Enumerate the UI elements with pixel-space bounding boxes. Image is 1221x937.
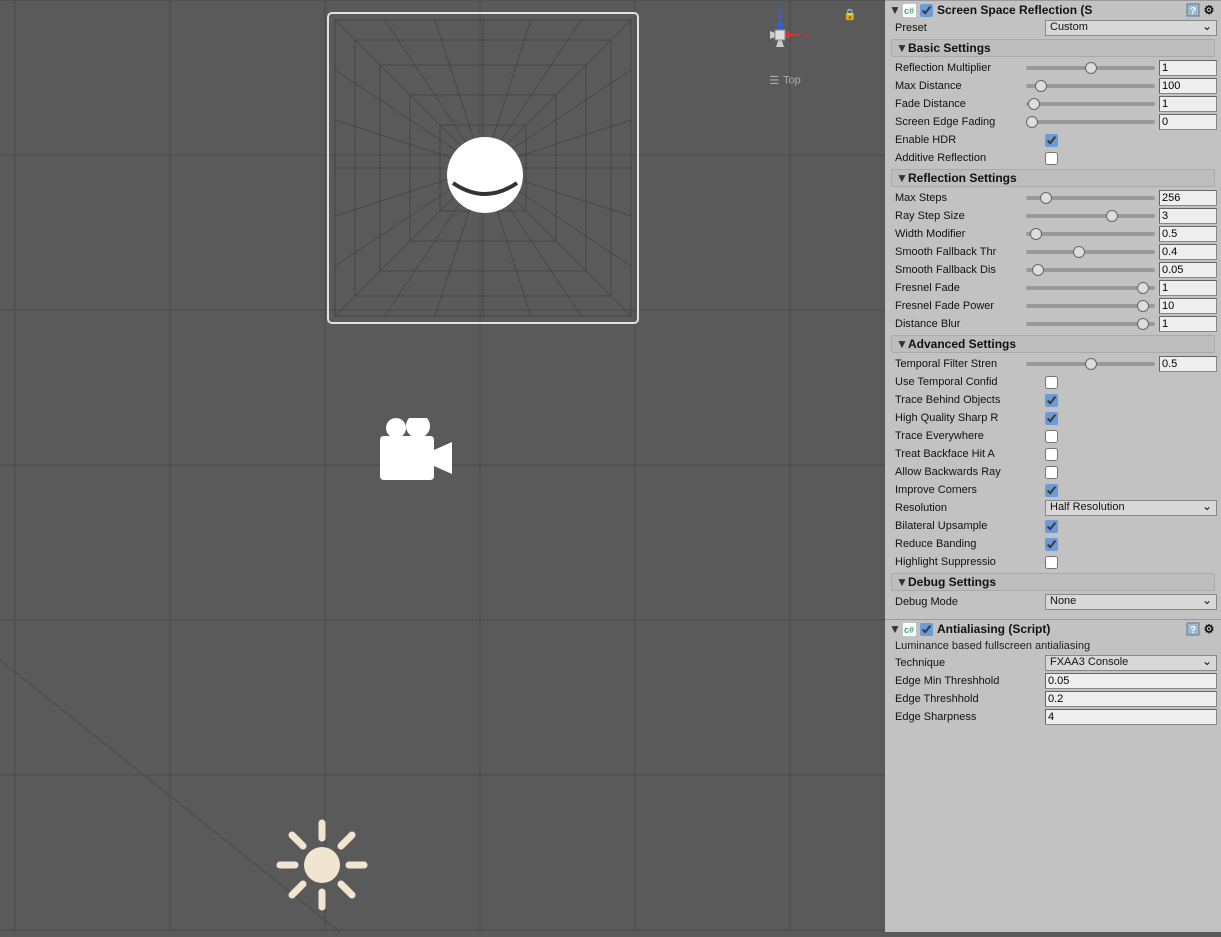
- antialiasing-title: Antialiasing (Script): [937, 622, 1185, 636]
- svg-text:?: ?: [1190, 6, 1196, 17]
- highlight-suppression-checkbox[interactable]: [1045, 556, 1058, 569]
- technique-dropdown[interactable]: FXAA3 Console: [1045, 655, 1217, 671]
- max-distance-input[interactable]: [1159, 78, 1217, 94]
- reflection-multiplier-slider[interactable]: [1026, 66, 1155, 70]
- width-modifier-input[interactable]: [1159, 226, 1217, 242]
- high-quality-sharp-checkbox[interactable]: [1045, 412, 1058, 425]
- ssr-component: ▼ c# Screen Space Reflection (S ? ⚙ Pres…: [885, 0, 1221, 619]
- antialiasing-header[interactable]: ▼ c# Antialiasing (Script) ? ⚙: [885, 620, 1221, 638]
- distance-blur-slider[interactable]: [1026, 322, 1155, 326]
- preset-dropdown[interactable]: Custom: [1045, 20, 1217, 36]
- max-distance-slider[interactable]: [1026, 84, 1155, 88]
- trace-everywhere-checkbox[interactable]: [1045, 430, 1058, 443]
- smooth-fallback-thr-input[interactable]: [1159, 244, 1217, 260]
- preset-row: Preset Custom: [885, 19, 1221, 37]
- max-steps-input[interactable]: [1159, 190, 1217, 206]
- max-steps-slider[interactable]: [1026, 196, 1155, 200]
- axis-view-label: Top: [783, 74, 801, 86]
- distance-blur-input[interactable]: [1159, 316, 1217, 332]
- edge-threshold-input[interactable]: [1045, 691, 1217, 707]
- camera-gizmo-icon[interactable]: [372, 418, 457, 485]
- csharp-script-icon: c#: [901, 621, 917, 637]
- light-gizmo-icon[interactable]: [275, 818, 370, 918]
- ssr-header[interactable]: ▼ c# Screen Space Reflection (S ? ⚙: [885, 1, 1221, 19]
- debug-mode-dropdown[interactable]: None: [1045, 594, 1217, 610]
- fresnel-fade-slider[interactable]: [1026, 286, 1155, 290]
- temporal-filter-slider[interactable]: [1026, 362, 1155, 366]
- antialiasing-enable-checkbox[interactable]: [920, 623, 933, 636]
- enable-hdr-checkbox[interactable]: [1045, 134, 1058, 147]
- axis-gizmo[interactable]: x z ☰ Top: [745, 5, 825, 87]
- improve-corners-checkbox[interactable]: [1045, 484, 1058, 497]
- scene-view[interactable]: x z ☰ Top 🔒: [0, 0, 885, 932]
- gear-icon[interactable]: ⚙: [1201, 2, 1217, 18]
- fade-distance-input[interactable]: [1159, 96, 1217, 112]
- smooth-fallback-thr-slider[interactable]: [1026, 250, 1155, 254]
- use-temporal-confidence-checkbox[interactable]: [1045, 376, 1058, 389]
- svg-text:?: ?: [1190, 625, 1196, 636]
- edge-min-threshold-input[interactable]: [1045, 673, 1217, 689]
- fade-distance-slider[interactable]: [1026, 102, 1155, 106]
- ssr-enable-checkbox[interactable]: [920, 4, 933, 17]
- axis-x-label: x: [803, 30, 808, 40]
- bilateral-upsample-checkbox[interactable]: [1045, 520, 1058, 533]
- ray-step-size-slider[interactable]: [1026, 214, 1155, 218]
- gizmo-lock-icon[interactable]: 🔒: [843, 8, 857, 21]
- resolution-dropdown[interactable]: Half Resolution: [1045, 500, 1217, 516]
- gear-icon[interactable]: ⚙: [1201, 621, 1217, 637]
- allow-backwards-rays-checkbox[interactable]: [1045, 466, 1058, 479]
- trace-behind-objects-checkbox[interactable]: [1045, 394, 1058, 407]
- fresnel-fade-power-slider[interactable]: [1026, 304, 1155, 308]
- reduce-banding-checkbox[interactable]: [1045, 538, 1058, 551]
- advanced-settings-header[interactable]: ▼Advanced Settings: [891, 335, 1215, 353]
- basic-settings-header[interactable]: ▼Basic Settings: [891, 39, 1215, 57]
- sphere-gizmo[interactable]: [445, 135, 525, 215]
- smooth-fallback-dist-slider[interactable]: [1026, 268, 1155, 272]
- ssr-title: Screen Space Reflection (S: [937, 3, 1185, 17]
- additive-reflection-checkbox[interactable]: [1045, 152, 1058, 165]
- reflection-multiplier-input[interactable]: [1159, 60, 1217, 76]
- foldout-icon[interactable]: ▼: [889, 622, 901, 636]
- svg-text:c#: c#: [904, 625, 914, 635]
- width-modifier-slider[interactable]: [1026, 232, 1155, 236]
- antialiasing-component: ▼ c# Antialiasing (Script) ? ⚙ Luminance…: [885, 619, 1221, 726]
- fresnel-fade-power-input[interactable]: [1159, 298, 1217, 314]
- screen-edge-fading-input[interactable]: [1159, 114, 1217, 130]
- treat-backface-checkbox[interactable]: [1045, 448, 1058, 461]
- csharp-script-icon: c#: [901, 2, 917, 18]
- perspective-menu-icon[interactable]: ☰: [769, 74, 779, 87]
- preset-label: Preset: [895, 22, 1045, 34]
- foldout-icon[interactable]: ▼: [889, 3, 901, 17]
- reflection-settings-header[interactable]: ▼Reflection Settings: [891, 169, 1215, 187]
- ray-step-size-input[interactable]: [1159, 208, 1217, 224]
- help-icon[interactable]: ?: [1185, 621, 1201, 637]
- temporal-filter-input[interactable]: [1159, 356, 1217, 372]
- help-icon[interactable]: ?: [1185, 2, 1201, 18]
- inspector-panel: ▼ c# Screen Space Reflection (S ? ⚙ Pres…: [885, 0, 1221, 932]
- antialiasing-subtitle: Luminance based fullscreen antialiasing: [885, 638, 1221, 654]
- axis-z-label: z: [777, 5, 782, 15]
- svg-text:c#: c#: [904, 6, 914, 16]
- edge-sharpness-input[interactable]: [1045, 709, 1217, 725]
- smooth-fallback-dist-input[interactable]: [1159, 262, 1217, 278]
- debug-settings-header[interactable]: ▼Debug Settings: [891, 573, 1215, 591]
- screen-edge-fading-slider[interactable]: [1026, 120, 1155, 124]
- fresnel-fade-input[interactable]: [1159, 280, 1217, 296]
